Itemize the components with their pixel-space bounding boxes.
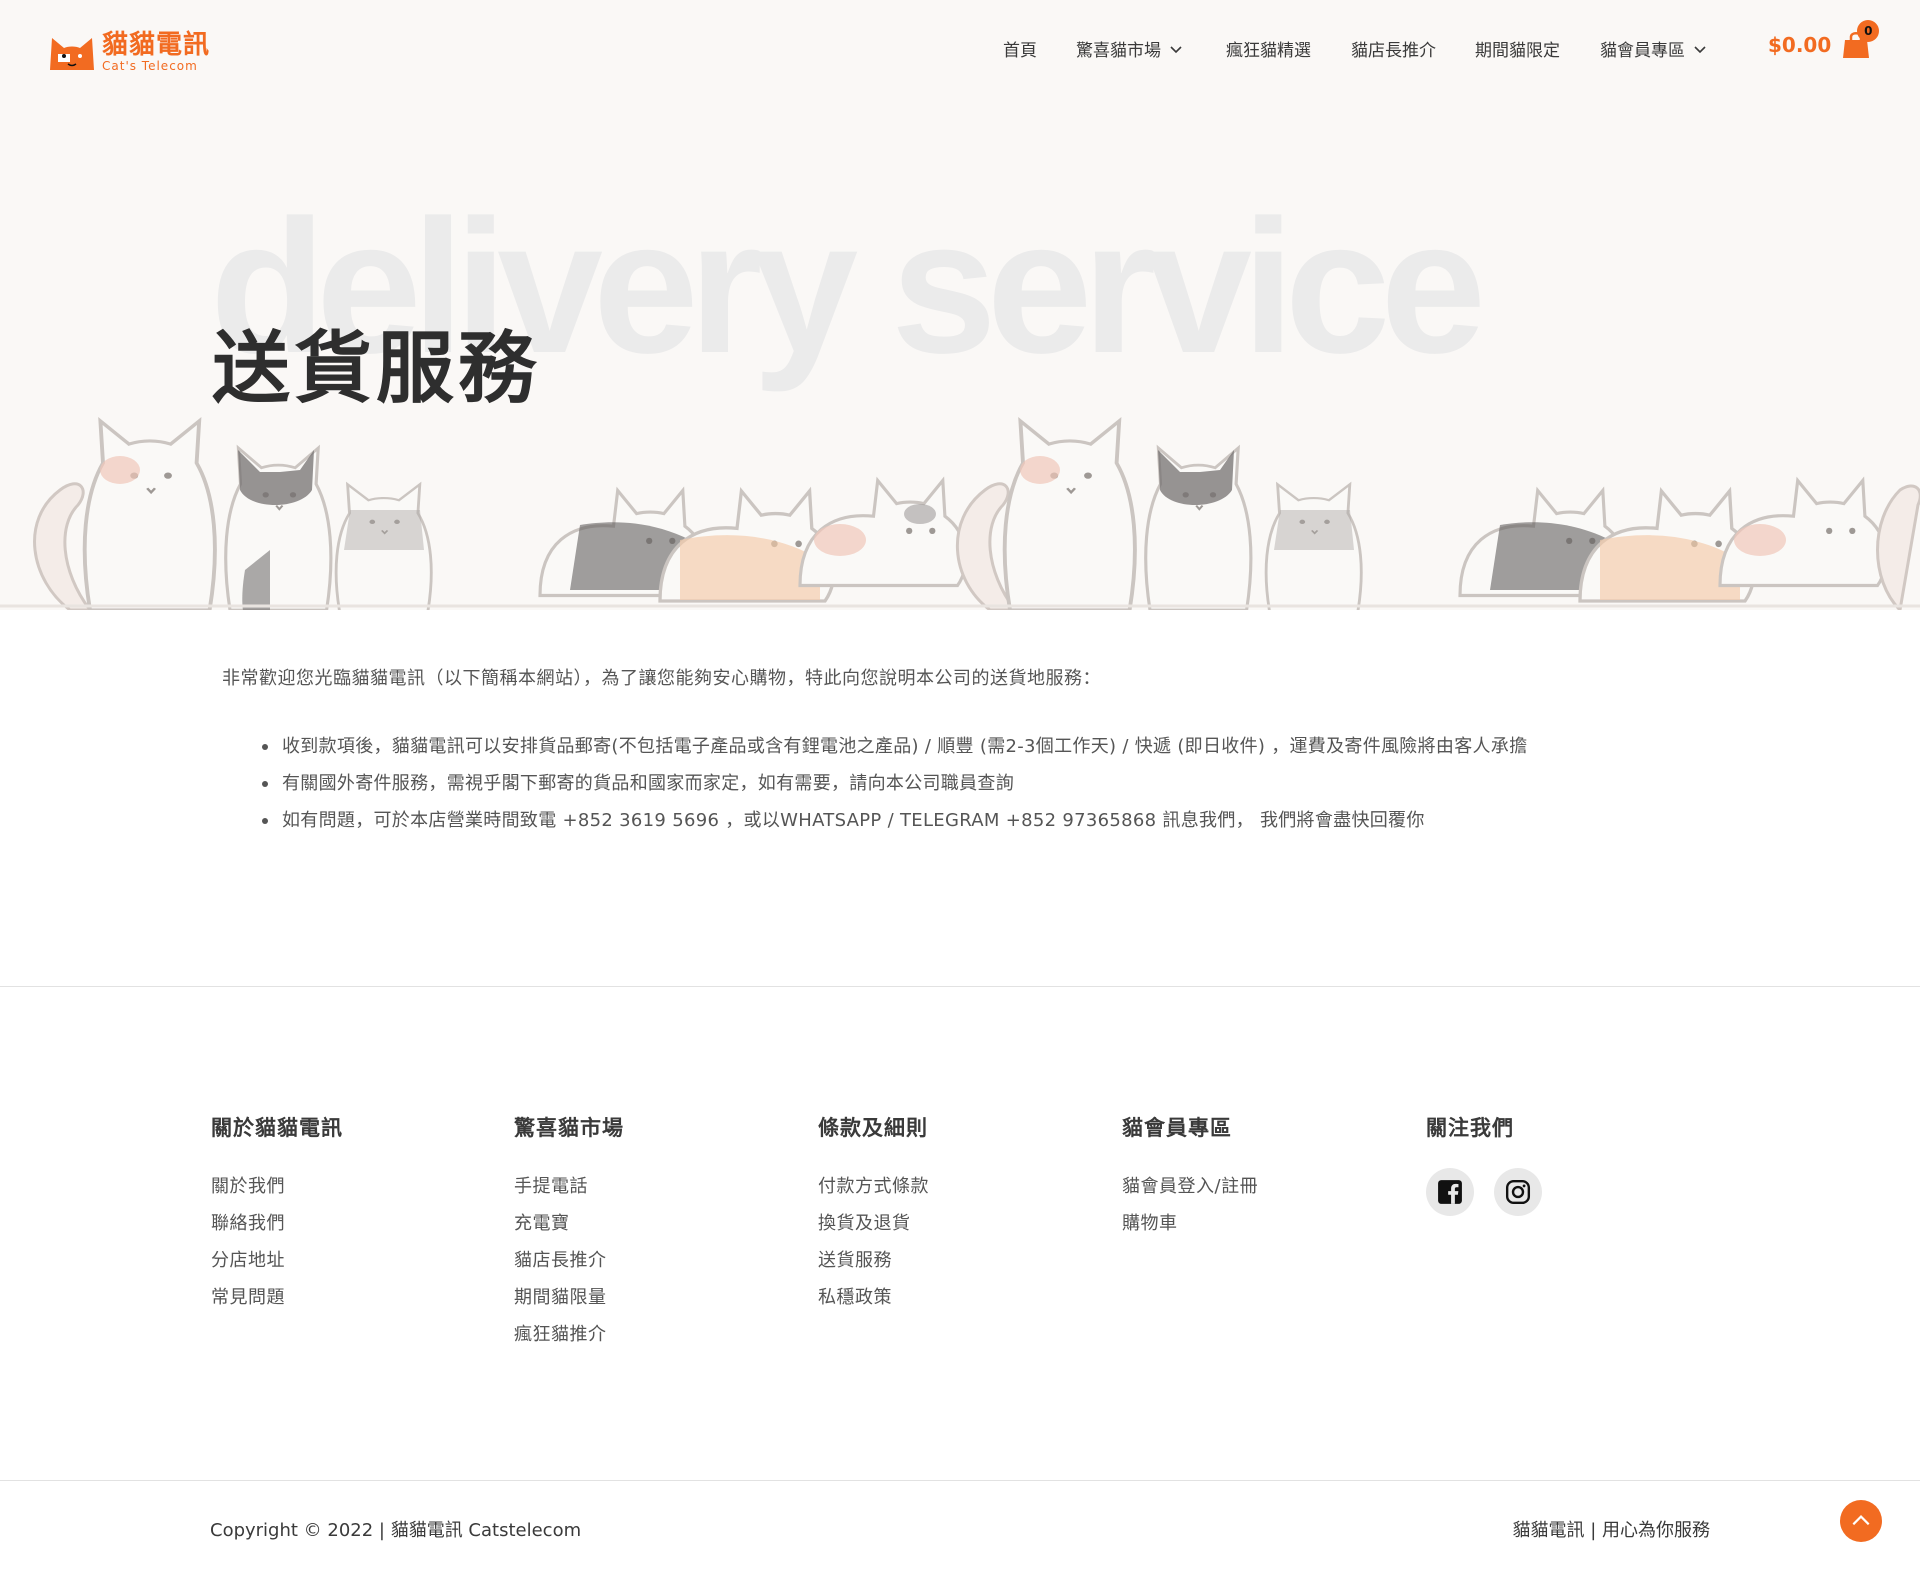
nav-crazy-picks[interactable]: 瘋狂貓精選 xyxy=(1226,36,1311,61)
footer-heading: 貓會員專區 xyxy=(1122,1116,1232,1140)
footer-heading: 驚喜貓市場 xyxy=(514,1116,624,1140)
footer-link-about-us[interactable]: 關於我們 xyxy=(211,1168,471,1205)
facebook-icon xyxy=(1438,1180,1462,1204)
footer-tagline: 貓貓電訊 | 用心為你服務 xyxy=(1512,1520,1710,1541)
footer-column-terms: 條款及細則 付款方式條款 換貨及退貨 送貨服務 私穩政策 xyxy=(818,1112,1078,1316)
main-navigation: 首頁 驚喜貓市場 瘋狂貓精選 貓店長推介 期間貓限定 貓會員專區 xyxy=(0,36,1920,66)
page-content: 非常歡迎您光臨貓貓電訊（以下簡稱本網站），為了讓您能夠安心購物，特此向您說明本公… xyxy=(222,664,1722,839)
social-links xyxy=(1426,1168,1686,1216)
cart-total: $0.00 xyxy=(1768,33,1832,57)
nav-manager-picks[interactable]: 貓店長推介 xyxy=(1351,36,1436,61)
footer-column-members: 貓會員專區 貓會員登入/註冊 購物車 xyxy=(1122,1112,1382,1242)
footer-link-manager-picks[interactable]: 貓店長推介 xyxy=(514,1242,774,1279)
nav-limited[interactable]: 期間貓限定 xyxy=(1475,36,1560,61)
cart-button[interactable]: $0.00 0 xyxy=(1768,20,1880,60)
nav-surprise-market-label: 驚喜貓市場 xyxy=(1076,41,1161,61)
footer-link-payment-terms[interactable]: 付款方式條款 xyxy=(818,1168,1078,1205)
nav-home-label: 首頁 xyxy=(1003,41,1037,61)
list-item: 有關國外寄件服務，需視乎閣下郵寄的貨品和國家而家定，如有需要，請向本公司職員查詢 xyxy=(262,765,1722,802)
nav-member-zone-label: 貓會員專區 xyxy=(1600,41,1685,61)
footer-link-phones[interactable]: 手提電話 xyxy=(514,1168,774,1205)
nav-surprise-market[interactable]: 驚喜貓市場 xyxy=(1076,36,1183,61)
footer-link-stores[interactable]: 分店地址 xyxy=(211,1242,471,1279)
shopping-bag-icon: 0 xyxy=(1841,20,1880,60)
footer-divider xyxy=(0,986,1920,987)
footer-link-limited[interactable]: 期間貓限量 xyxy=(514,1279,774,1316)
footer-link-cart[interactable]: 購物車 xyxy=(1122,1205,1382,1242)
list-item: 如有問題，可於本店營業時間致電 +852 3619 5696 ，或以WHATSA… xyxy=(262,802,1722,839)
footer-bottom-bar: Copyright © 2022 | 貓貓電訊 Catstelecom 貓貓電訊… xyxy=(0,1500,1920,1560)
nav-limited-label: 期間貓限定 xyxy=(1475,41,1560,61)
footer-link-login[interactable]: 貓會員登入/註冊 xyxy=(1122,1168,1382,1205)
instagram-button[interactable] xyxy=(1494,1168,1542,1216)
footer-column-social: 關注我們 xyxy=(1426,1112,1686,1216)
bottom-divider xyxy=(0,1480,1920,1481)
cat-illustration-strip xyxy=(0,419,1920,610)
chevron-down-icon xyxy=(1170,45,1182,53)
facebook-button[interactable] xyxy=(1426,1168,1474,1216)
footer-link-privacy[interactable]: 私穩政策 xyxy=(818,1279,1078,1316)
footer-link-returns[interactable]: 換貨及退貨 xyxy=(818,1205,1078,1242)
instagram-icon xyxy=(1505,1179,1531,1205)
service-list: 收到款項後，貓貓電訊可以安排貨品郵寄(不包括電子產品或含有鋰電池之產品) / 順… xyxy=(262,728,1722,839)
footer-link-crazy-picks[interactable]: 瘋狂貓推介 xyxy=(514,1316,774,1353)
chevron-up-icon xyxy=(1852,1515,1870,1526)
footer-column-about: 關於貓貓電訊 關於我們 聯絡我們 分店地址 常見問題 xyxy=(211,1112,471,1316)
scroll-to-top-button[interactable] xyxy=(1840,1500,1882,1542)
intro-text: 非常歡迎您光臨貓貓電訊（以下簡稱本網站），為了讓您能夠安心購物，特此向您說明本公… xyxy=(222,668,1101,689)
footer-link-delivery[interactable]: 送貨服務 xyxy=(818,1242,1078,1279)
copyright-text: Copyright © 2022 | 貓貓電訊 Catstelecom xyxy=(210,1520,582,1541)
footer-heading: 條款及細則 xyxy=(818,1116,928,1140)
nav-member-zone[interactable]: 貓會員專區 xyxy=(1600,36,1707,61)
footer-link-powerbanks[interactable]: 充電寶 xyxy=(514,1205,774,1242)
footer-link-contact[interactable]: 聯絡我們 xyxy=(211,1205,471,1242)
chevron-down-icon xyxy=(1694,45,1706,53)
list-item: 收到款項後，貓貓電訊可以安排貨品郵寄(不包括電子產品或含有鋰電池之產品) / 順… xyxy=(262,728,1722,765)
nav-manager-picks-label: 貓店長推介 xyxy=(1351,41,1436,61)
footer-column-market: 驚喜貓市場 手提電話 充電寶 貓店長推介 期間貓限量 瘋狂貓推介 xyxy=(514,1112,774,1353)
nav-crazy-picks-label: 瘋狂貓精選 xyxy=(1226,41,1311,61)
footer-link-faq[interactable]: 常見問題 xyxy=(211,1279,471,1316)
nav-home[interactable]: 首頁 xyxy=(1003,36,1037,61)
site-header: 貓貓電訊 Cat's Telecom 首頁 驚喜貓市場 瘋狂貓精選 貓店長推介 … xyxy=(0,0,1920,100)
footer-heading: 關於貓貓電訊 xyxy=(211,1116,343,1140)
footer-heading: 關注我們 xyxy=(1426,1116,1514,1140)
